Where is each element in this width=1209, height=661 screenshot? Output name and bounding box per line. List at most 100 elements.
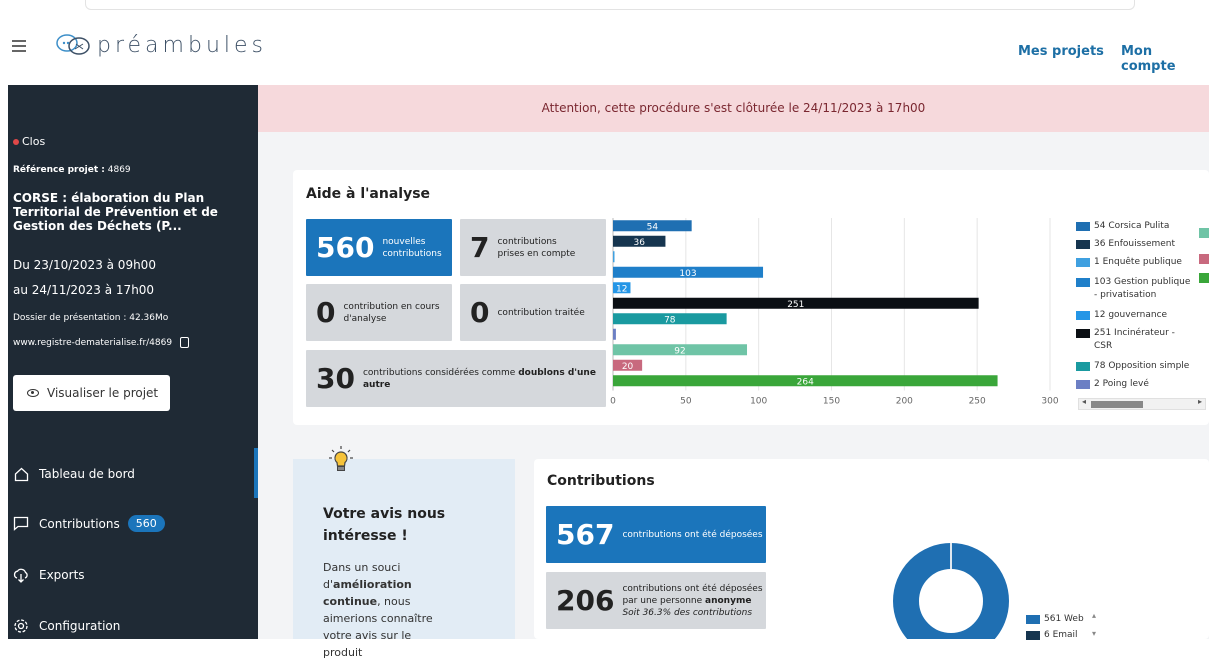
sidebar-item-tableau-de-bord[interactable]: Tableau de bord bbox=[13, 466, 135, 482]
legend-item[interactable]: 54 Corsica Pulita bbox=[1076, 220, 1194, 233]
sidebar-item-exports[interactable]: Exports bbox=[13, 567, 85, 583]
contributions-card: Contributions 567 contributions ont été d… bbox=[534, 459, 1209, 642]
menu-icon[interactable] bbox=[12, 40, 26, 52]
x-tick-label: 0 bbox=[610, 397, 616, 407]
lightbulb-icon bbox=[329, 446, 353, 471]
bar-data-label: 12 bbox=[616, 284, 627, 294]
bar-data-label: 20 bbox=[622, 362, 634, 372]
legend-label: 36 Enfouissement bbox=[1094, 239, 1176, 249]
sidebar: Clos Référence projet : 4869 CORSE : éla… bbox=[8, 85, 258, 639]
analysis-card: Aide à l'analyse 560 nouvelles contributi… bbox=[293, 170, 1209, 425]
legend-item[interactable]: 251 Incinérateur - CSR bbox=[1076, 327, 1194, 353]
legend-overflow-swatch bbox=[1199, 254, 1209, 264]
legend-scroll-down-icon[interactable]: ▾ bbox=[1092, 629, 1096, 638]
legend-item[interactable]: 78 Opposition simple bbox=[1076, 360, 1194, 373]
date-end: au 24/11/2023 à 17h00 bbox=[13, 283, 155, 297]
donut-legend-item-web: 561 Web bbox=[1026, 613, 1084, 626]
legend-label: 54 Corsica Pulita bbox=[1094, 221, 1170, 231]
closed-procedure-alert: Attention, cette procédure s'est clôturé… bbox=[258, 85, 1209, 132]
date-start: Du 23/10/2023 à 09h00 bbox=[13, 258, 156, 272]
donut-legend-item-email: 6 Email bbox=[1026, 629, 1078, 642]
legend-overflow-swatch bbox=[1199, 273, 1209, 283]
browser-top-strip bbox=[85, 0, 1135, 10]
legend-swatch bbox=[1076, 329, 1090, 338]
feedback-text: Dans un souci d'amélioration continue, n… bbox=[323, 561, 433, 659]
home-icon bbox=[13, 466, 29, 482]
sidebar-item-contributions[interactable]: Contributions 560 bbox=[13, 515, 165, 532]
legend-scroll-thumb[interactable] bbox=[1091, 401, 1143, 408]
contributions-by-channel-donut bbox=[893, 543, 1009, 639]
legend-item[interactable]: 103 Gestion publique - privatisation bbox=[1076, 276, 1194, 302]
analysis-title: Aide à l'analyse bbox=[306, 186, 431, 202]
legend-swatch bbox=[1076, 240, 1090, 249]
status-badge: Clos bbox=[13, 135, 45, 148]
status-dot-icon bbox=[13, 139, 19, 145]
bar-data-label: 92 bbox=[674, 346, 685, 356]
tile-processed[interactable]: 0 contribution traitée bbox=[460, 284, 606, 341]
bar-data-label: 251 bbox=[787, 300, 804, 310]
contributions-by-theme-bar-chart: 0 50 100 150 200 250 300 5436 103 12 251 78 92 20 264 bbox=[610, 218, 1059, 407]
feedback-title: Votre avis nous intéresse ! bbox=[323, 506, 446, 544]
copy-icon[interactable] bbox=[180, 337, 190, 348]
bar-data-label: 103 bbox=[679, 269, 696, 279]
gear-icon bbox=[13, 618, 29, 634]
tile-deposited-contributions[interactable]: 567 contributions ont été déposées bbox=[546, 506, 766, 563]
legend-item[interactable]: 36 Enfouissement bbox=[1076, 238, 1194, 251]
bar-data-label: 78 bbox=[664, 315, 676, 325]
header: préambules Mes projets Mon compte bbox=[0, 10, 1209, 85]
x-tick-label: 200 bbox=[896, 397, 913, 407]
legend-swatch bbox=[1076, 311, 1090, 320]
cloud-download-icon bbox=[13, 567, 29, 583]
x-tick-label: 250 bbox=[969, 397, 986, 407]
view-project-button[interactable]: Visualiser le projet bbox=[13, 375, 170, 411]
comment-icon bbox=[13, 516, 29, 532]
speech-bubbles-icon bbox=[56, 34, 90, 55]
scroll-right-icon[interactable]: ▸ bbox=[1198, 397, 1202, 406]
x-tick-label: 50 bbox=[680, 397, 692, 407]
registry-url: www.registre-dematerialise.fr/4869 bbox=[13, 337, 190, 348]
contributions-count-badge: 560 bbox=[127, 515, 165, 532]
legend-swatch bbox=[1076, 258, 1090, 267]
x-tick-label: 100 bbox=[750, 397, 767, 407]
eye-icon bbox=[27, 389, 39, 397]
bar-data-label: 36 bbox=[633, 238, 645, 248]
legend-label: 103 Gestion publique - privatisation bbox=[1094, 277, 1191, 300]
legend-label: 12 gouvernance bbox=[1094, 310, 1168, 320]
bar-data-label: 264 bbox=[797, 377, 814, 387]
bar[interactable] bbox=[613, 328, 616, 340]
legend-overflow-swatch bbox=[1199, 228, 1209, 238]
scroll-left-icon[interactable]: ◂ bbox=[1082, 397, 1086, 406]
legend-item[interactable]: 2 Poing levé bbox=[1076, 378, 1194, 391]
nav-mes-projets[interactable]: Mes projets bbox=[1018, 44, 1104, 59]
nav-mon-compte[interactable]: Mon compte bbox=[1121, 44, 1209, 74]
legend-label: 251 Incinérateur - CSR bbox=[1094, 328, 1175, 351]
tile-new-contributions[interactable]: 560 nouvelles contributions bbox=[306, 219, 452, 276]
bar-chart-legend: 54 Corsica Pulita 36 Enfouissement 1 Enquê… bbox=[1076, 220, 1196, 405]
brand-name: préambules bbox=[97, 32, 267, 58]
legend-label: 2 Poing levé bbox=[1094, 379, 1149, 389]
logo[interactable]: préambules bbox=[55, 32, 267, 58]
sidebar-item-configuration[interactable]: Configuration bbox=[13, 618, 120, 634]
legend-item[interactable]: 1 Enquête publique bbox=[1076, 256, 1194, 269]
tile-in-progress[interactable]: 0 contribution en cours d'analyse bbox=[306, 284, 452, 341]
legend-item[interactable]: 12 gouvernance bbox=[1076, 309, 1194, 322]
project-reference: Référence projet : 4869 bbox=[13, 165, 131, 175]
dossier-size: Dossier de présentation : 42.36Mo bbox=[13, 313, 169, 323]
project-title: CORSE : élaboration du Plan Territorial … bbox=[13, 191, 218, 233]
bar-data-label: 54 bbox=[647, 222, 659, 232]
legend-label: 78 Opposition simple bbox=[1094, 361, 1190, 371]
bar[interactable] bbox=[613, 251, 615, 263]
legend-scrollbar[interactable]: ◂ ▸ bbox=[1078, 397, 1206, 410]
tile-anonymous-contributions[interactable]: 206 contributions ont été déposées par u… bbox=[546, 572, 766, 629]
x-tick-label: 300 bbox=[1041, 397, 1058, 407]
feedback-card: Votre avis nous intéresse ! Dans un souc… bbox=[293, 446, 515, 659]
legend-label: 1 Enquête publique bbox=[1094, 257, 1182, 267]
legend-swatch bbox=[1076, 362, 1090, 371]
legend-scroll-up-icon[interactable]: ▴ bbox=[1092, 611, 1096, 620]
legend-swatch bbox=[1076, 278, 1090, 287]
tile-accepted-contributions[interactable]: 7 contributions prises en compte bbox=[460, 219, 606, 276]
legend-swatch bbox=[1076, 380, 1090, 389]
contributions-title: Contributions bbox=[547, 473, 655, 489]
x-tick-label: 150 bbox=[823, 397, 840, 407]
tile-duplicates[interactable]: 30 contributions considérées comme doubl… bbox=[306, 350, 606, 407]
